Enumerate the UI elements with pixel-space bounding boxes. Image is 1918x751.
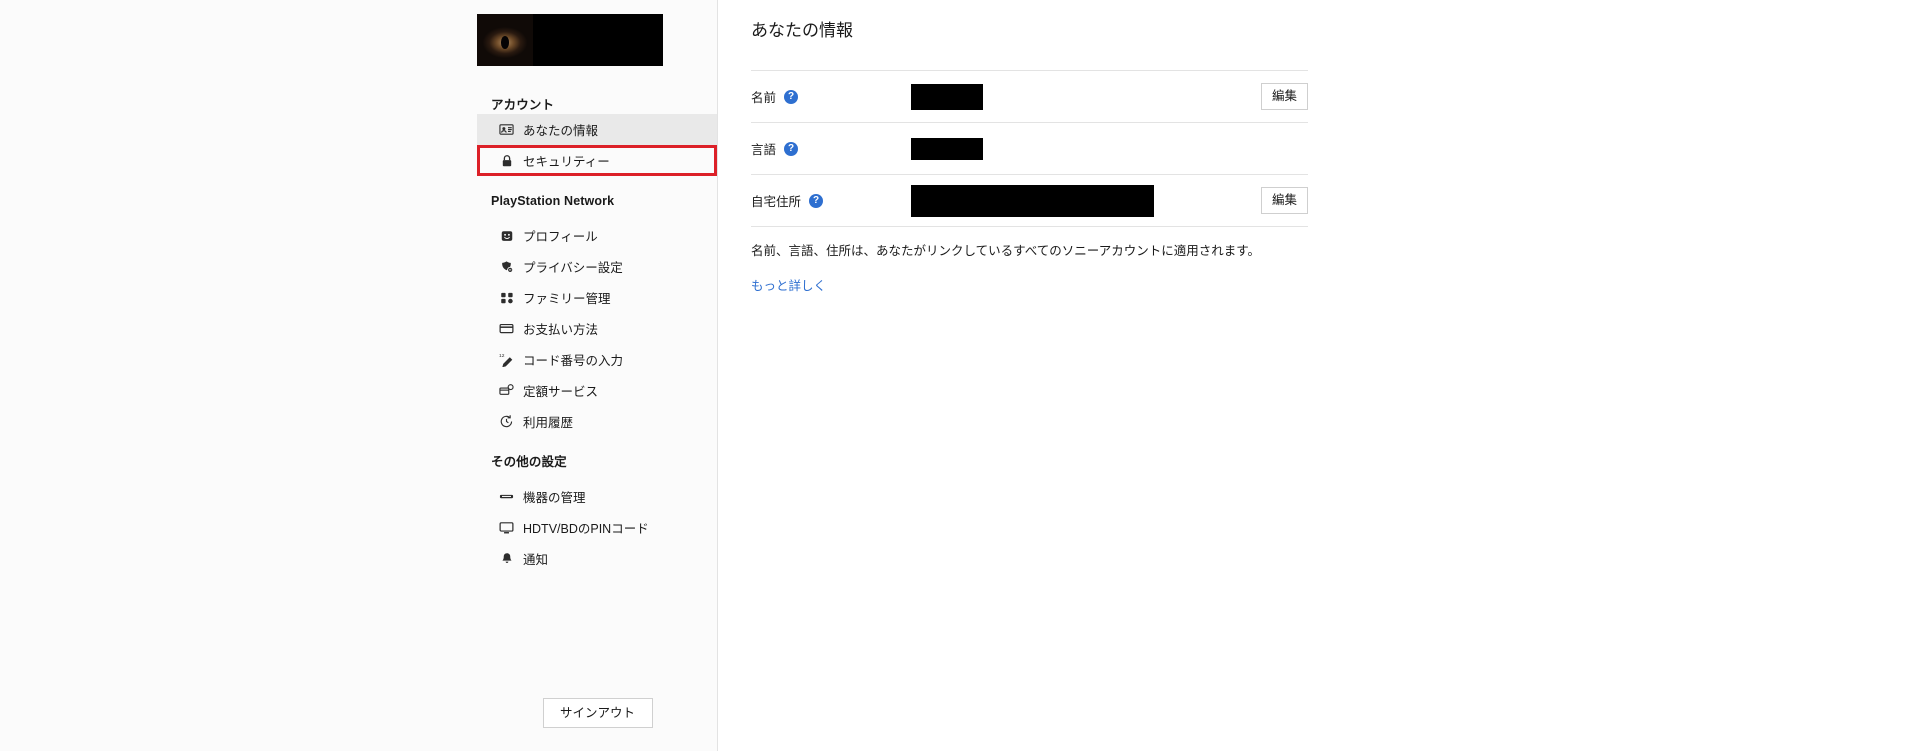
edit-name-button[interactable]: 編集 (1261, 83, 1308, 110)
sidebar-item-label: セキュリティー (523, 155, 610, 169)
sidebar-item-label: 利用履歴 (523, 416, 574, 430)
sidebar-item-transaction-history[interactable]: 利用履歴 (477, 406, 717, 437)
row-label-text: 言語 (751, 143, 777, 157)
redacted-value (911, 137, 983, 160)
row-action-address: 編集 (1238, 187, 1308, 214)
row-label-text: 自宅住所 (751, 195, 802, 209)
profile-face-icon (499, 228, 514, 243)
sidebar-item-security[interactable]: セキュリティー (477, 145, 717, 176)
svg-text:12: 12 (499, 353, 505, 359)
device-icon (499, 489, 514, 504)
sidebar-section-heading-other: その他の設定 (491, 455, 567, 469)
row-label-name: 名前 ? (751, 87, 911, 106)
help-icon[interactable]: ? (784, 141, 799, 156)
sidebar: アカウント あなたの情報 セキュリティー PlayStation Network… (477, 0, 718, 751)
sidebar-item-label: プライバシー設定 (523, 261, 623, 275)
page-title: あなたの情報 (751, 21, 853, 40)
sidebar-group-psn: プロフィール プライバシー設定 ファミリー管理 お支払い方法 12 コード番号の… (477, 220, 717, 437)
sidebar-group-other: 機器の管理 HDTV/BDのPINコード 通知 (477, 481, 717, 574)
left-gutter (0, 0, 477, 751)
info-note: 名前、言語、住所は、あなたがリンクしているすべてのソニーアカウントに適用されます… (751, 244, 1261, 258)
tv-monitor-icon (499, 520, 514, 535)
sidebar-item-family-management[interactable]: ファミリー管理 (477, 282, 717, 313)
table-row-name: 名前 ? 編集 (751, 71, 1308, 123)
account-card (477, 0, 717, 66)
sidebar-item-payment-methods[interactable]: お支払い方法 (477, 313, 717, 344)
row-value-address (911, 184, 1238, 217)
sidebar-item-label: ファミリー管理 (523, 292, 611, 306)
sidebar-item-notifications[interactable]: 通知 (477, 543, 717, 574)
table-row-language: 言語 ? (751, 123, 1308, 175)
main-content: あなたの情報 名前 ? 編集 言語 ? 自宅住所 ? 編集 名前、言語、住所は、… (718, 0, 1918, 751)
sidebar-item-subscriptions[interactable]: 定額サービス (477, 375, 717, 406)
sidebar-item-privacy-settings[interactable]: プライバシー設定 (477, 251, 717, 282)
sidebar-item-label: あなたの情報 (523, 124, 599, 138)
edit-address-button[interactable]: 編集 (1261, 187, 1308, 214)
row-action-name: 編集 (1238, 83, 1308, 110)
redacted-value (911, 184, 1154, 217)
sidebar-item-device-management[interactable]: 機器の管理 (477, 481, 717, 512)
avatar (477, 14, 533, 66)
sidebar-item-profile[interactable]: プロフィール (477, 220, 717, 251)
privacy-shield-icon (499, 259, 514, 274)
sidebar-item-label: 定額サービス (523, 385, 599, 399)
sidebar-item-hdtv-bd-pin[interactable]: HDTV/BDのPINコード (477, 512, 717, 543)
page-root: アカウント あなたの情報 セキュリティー PlayStation Network… (0, 0, 1918, 751)
sidebar-item-redeem-code[interactable]: 12 コード番号の入力 (477, 344, 717, 375)
sidebar-item-your-info[interactable]: あなたの情報 (477, 114, 717, 145)
learn-more-link[interactable]: もっと詳しく (751, 275, 826, 294)
family-group-icon (499, 290, 514, 305)
table-row-address: 自宅住所 ? 編集 (751, 175, 1308, 227)
bell-icon (499, 551, 514, 566)
sidebar-section-heading-psn: PlayStation Network (491, 194, 615, 208)
help-icon[interactable]: ? (784, 89, 799, 104)
help-icon[interactable]: ? (809, 193, 824, 208)
sidebar-group-account: あなたの情報 セキュリティー (477, 114, 717, 176)
subscription-icon (499, 383, 514, 398)
sidebar-item-label: お支払い方法 (523, 323, 599, 337)
sidebar-item-label: プロフィール (523, 230, 598, 244)
sidebar-item-label: 機器の管理 (523, 491, 586, 505)
account-name-redacted (533, 14, 663, 66)
sidebar-section-heading-account: アカウント (491, 98, 555, 112)
row-label-language: 言語 ? (751, 139, 911, 158)
info-table: 名前 ? 編集 言語 ? 自宅住所 ? 編集 (751, 70, 1308, 227)
sign-out-button[interactable]: サインアウト (542, 698, 653, 728)
row-label-text: 名前 (751, 91, 777, 105)
sidebar-item-label: HDTV/BDのPINコード (523, 522, 649, 536)
code-entry-icon: 12 (499, 352, 514, 367)
contact-card-icon (499, 122, 514, 137)
row-label-address: 自宅住所 ? (751, 191, 911, 210)
row-value-name (911, 83, 1238, 110)
sidebar-item-label: コード番号の入力 (523, 354, 624, 368)
signout-container: サインアウト (477, 698, 718, 728)
credit-card-icon (499, 321, 514, 336)
history-clock-icon (499, 414, 514, 429)
redacted-value (911, 83, 983, 110)
lock-icon (499, 153, 514, 168)
row-value-language (911, 137, 1238, 160)
sidebar-item-label: 通知 (523, 553, 549, 567)
